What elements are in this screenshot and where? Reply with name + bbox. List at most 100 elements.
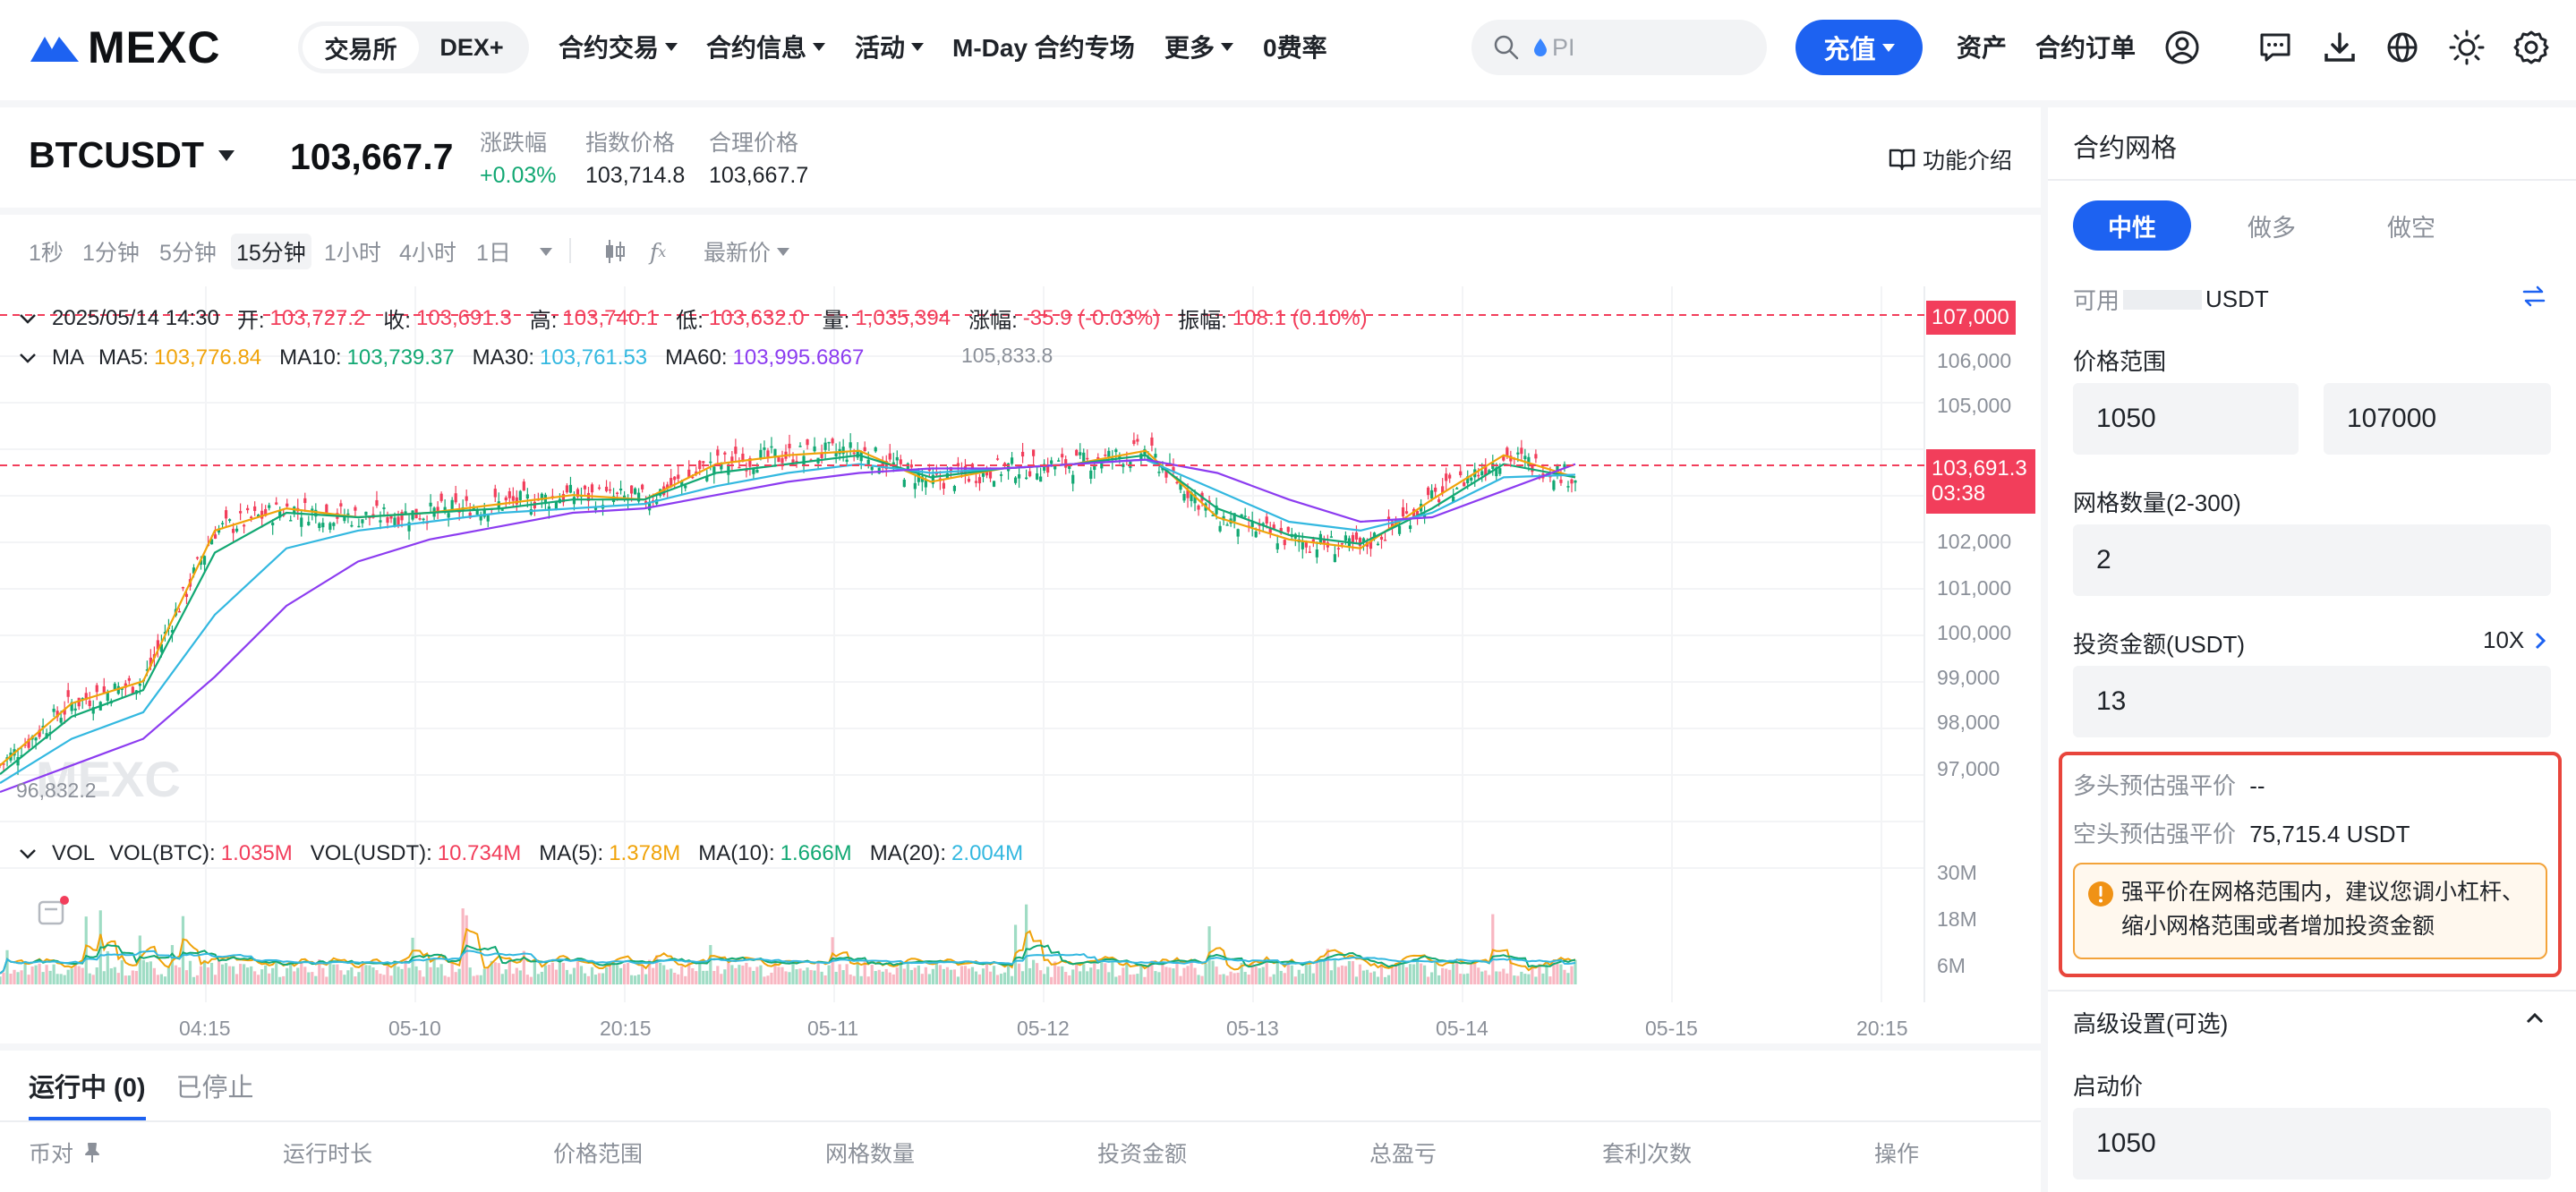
search-input[interactable]: PI <box>1471 20 1767 75</box>
candle-body <box>411 510 414 520</box>
volume-bar <box>673 972 677 984</box>
tabs-underline-rule <box>0 1120 2041 1122</box>
download-icon[interactable] <box>2322 30 2358 65</box>
volume-bar <box>145 962 149 984</box>
nav-futures-info[interactable]: 合约信息 <box>706 27 826 66</box>
candle-body <box>1445 473 1448 481</box>
interval-1h[interactable]: 1小时 <box>319 234 387 269</box>
warning-text: 强平价在网格范围内，建议您调小杠杆、缩小网格范围或者增加投资金额 <box>2121 880 2525 939</box>
chart-tool-icon[interactable] <box>34 895 70 931</box>
tab-neutral[interactable]: 中性 <box>2073 200 2191 251</box>
volume-bar <box>1336 966 1340 984</box>
interval-more-dropdown[interactable] <box>528 234 558 269</box>
volume-legend: VOL VOL(BTC): 1.035M VOL(USDT): 10.734M MA… <box>18 841 1041 866</box>
volume-bar <box>809 969 813 984</box>
price-chart[interactable]: MEXC <box>0 286 2041 1043</box>
nav-more[interactable]: 更多 <box>1164 27 1234 66</box>
interval-15m[interactable]: 15分钟 <box>231 234 311 269</box>
volume-bar <box>1061 966 1064 984</box>
transfer-icon[interactable] <box>2521 283 2547 314</box>
volume-bar <box>436 967 439 984</box>
tab-short[interactable]: 做空 <box>2352 200 2470 251</box>
invest-amount-input[interactable]: 13 <box>2073 666 2551 737</box>
volume-bar <box>414 966 418 984</box>
candle-type-icon[interactable] <box>598 234 632 269</box>
volume-bar <box>1340 965 1344 984</box>
candle-body <box>1020 451 1025 457</box>
chevron-down-icon[interactable] <box>18 847 38 861</box>
close-label: 收: <box>383 309 411 333</box>
ma60-value: 103,995.6867 <box>732 345 865 370</box>
nav-futures-orders[interactable]: 合约订单 <box>2035 27 2136 66</box>
nav-activities[interactable]: 活动 <box>855 27 925 66</box>
volume-bar <box>177 966 182 984</box>
start-price-input[interactable]: 1050 <box>2073 1108 2551 1179</box>
volume-bar <box>1333 959 1336 984</box>
candle-body <box>942 482 945 490</box>
globe-icon[interactable] <box>2384 30 2420 65</box>
pin-icon[interactable] <box>81 1141 104 1164</box>
user-icon[interactable] <box>2164 30 2200 65</box>
nav-zero-fee[interactable]: 0费率 <box>1263 27 1327 66</box>
interval-1s[interactable]: 1秒 <box>23 234 69 269</box>
feature-intro-button[interactable]: 功能介绍 <box>1889 143 2012 175</box>
volume-bar <box>1179 975 1182 984</box>
tab-long[interactable]: 做多 <box>2213 200 2331 251</box>
interval-4h[interactable]: 4小时 <box>394 234 462 269</box>
volume-bar <box>1261 966 1265 984</box>
volume-bar <box>1502 968 1506 984</box>
side-panel-separator <box>2041 107 2048 1192</box>
chevron-down-icon[interactable] <box>18 311 38 326</box>
candle-body <box>759 449 763 459</box>
grid-count-input[interactable]: 2 <box>2073 524 2551 596</box>
deposit-button[interactable]: 充值 <box>1796 20 1923 75</box>
volume-bar <box>34 965 38 984</box>
price-type-select[interactable]: 最新价 <box>698 234 795 269</box>
volume-bar <box>23 961 27 984</box>
chevron-down-icon <box>1881 43 1895 52</box>
candle-body <box>1075 449 1079 456</box>
candle-body <box>404 511 407 514</box>
mexc-logo[interactable]: MEXC <box>29 20 220 75</box>
volume-bar <box>1132 974 1136 984</box>
candle-body <box>977 477 982 484</box>
tab-stopped[interactable]: 已停止 <box>176 1067 254 1120</box>
chevron-up-icon[interactable] <box>2524 1009 2546 1032</box>
volume-bar <box>1111 961 1114 984</box>
indicator-fx-icon[interactable]: fx <box>644 234 671 269</box>
volume-bar <box>404 959 407 984</box>
theme-sun-icon[interactable] <box>2449 30 2485 65</box>
candle-body <box>325 504 328 513</box>
volume-bar <box>788 972 791 984</box>
nav-mday[interactable]: M-Day 合约专场 <box>952 27 1135 66</box>
candle-body <box>389 515 393 519</box>
volume-bar <box>816 961 820 984</box>
volume-bar <box>479 975 482 984</box>
interval-1m[interactable]: 1分钟 <box>77 234 145 269</box>
volume-bar <box>1566 973 1570 984</box>
candle-body <box>1100 463 1104 469</box>
message-icon[interactable] <box>2257 30 2293 65</box>
tab-running[interactable]: 运行中 (0) <box>29 1067 146 1120</box>
interval-1d[interactable]: 1日 <box>471 234 516 269</box>
volume-bar <box>1050 976 1053 984</box>
volume-bar <box>1129 975 1132 984</box>
settings-gear-icon[interactable] <box>2513 30 2549 65</box>
price-low-input[interactable]: 1050 <box>2073 383 2299 455</box>
symbol-selector[interactable]: BTCUSDT <box>29 134 235 176</box>
switch-exchange[interactable]: 交易所 <box>303 26 419 69</box>
candle-body <box>677 474 680 480</box>
long-liq-value: -- <box>2249 772 2265 799</box>
switch-dex[interactable]: DEX+ <box>419 26 525 69</box>
chevron-down-icon[interactable] <box>18 351 38 365</box>
price-high-input[interactable]: 107000 <box>2324 383 2551 455</box>
leverage-selector[interactable]: 10X <box>2483 626 2549 654</box>
nav-futures-trading[interactable]: 合约交易 <box>559 27 678 66</box>
volume-bars <box>0 904 1577 984</box>
volume-bar <box>260 969 264 984</box>
volume-bar <box>1064 972 1068 984</box>
interval-5m[interactable]: 5分钟 <box>154 234 222 269</box>
nav-assets[interactable]: 资产 <box>1957 27 2007 66</box>
candle-body <box>400 512 404 521</box>
volume-bar <box>70 968 73 984</box>
